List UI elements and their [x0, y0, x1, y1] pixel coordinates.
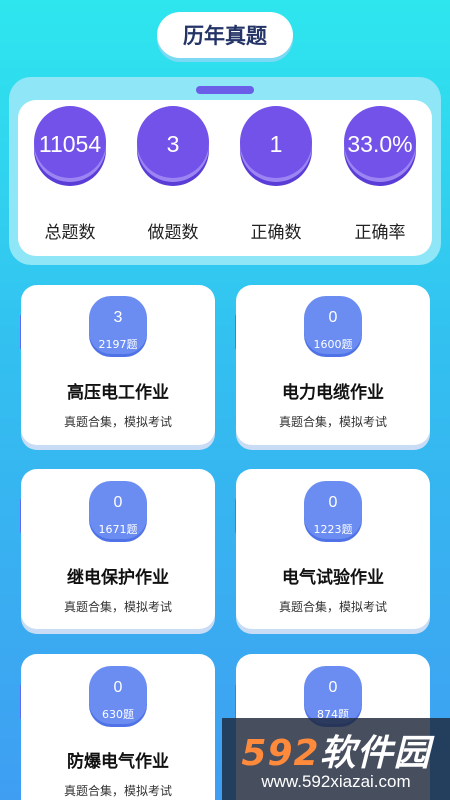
- category-question-count: 1223题: [313, 523, 353, 536]
- stats-handle: [196, 86, 254, 94]
- category-subtitle: 真题合集，模拟考试: [63, 415, 172, 429]
- stat-rate-label: 正确率: [354, 223, 406, 243]
- category-question-count: 2197题: [98, 338, 138, 351]
- stat-done-label: 做题数: [147, 223, 199, 243]
- stat-correct-label: 正确数: [250, 223, 302, 243]
- watermark-logo: 592软件园: [222, 724, 450, 776]
- stat-correct-value: 1: [240, 106, 312, 182]
- page-title: 历年真题: [157, 12, 293, 58]
- category-title: 电力电缆作业: [282, 383, 384, 403]
- category-done-count: 0: [328, 309, 338, 326]
- category-title: 继电保护作业: [67, 568, 169, 588]
- category-progress-bubble: 0 1600题: [304, 296, 362, 354]
- category-subtitle: 真题合集，模拟考试: [63, 600, 172, 614]
- category-subtitle: 真题合集，模拟考试: [278, 415, 387, 429]
- category-question-count: 1600题: [313, 338, 353, 351]
- stat-rate-value: 33.0%: [344, 106, 416, 182]
- category-title: 高压电工作业: [67, 383, 169, 403]
- watermark-url: www.592xiazai.com: [261, 772, 411, 791]
- stat-total-value: 11054: [34, 106, 106, 182]
- stat-done-value: 3: [137, 106, 209, 182]
- category-done-count: 0: [113, 494, 123, 511]
- category-subtitle: 真题合集，模拟考试: [278, 600, 387, 614]
- category-progress-bubble: 0 874题: [304, 666, 362, 724]
- category-done-count: 3: [113, 309, 123, 326]
- category-progress-bubble: 0 1223题: [304, 481, 362, 539]
- category-subtitle: 真题合集，模拟考试: [63, 784, 172, 798]
- category-question-count: 1671题: [98, 523, 138, 536]
- watermark-text: 软件园: [319, 733, 431, 774]
- category-done-count: 0: [113, 679, 123, 696]
- category-question-count: 630题: [102, 708, 134, 721]
- category-title: 电气试验作业: [282, 568, 384, 588]
- category-progress-bubble: 0 630题: [89, 666, 147, 724]
- stat-total-label: 总题数: [44, 223, 96, 243]
- category-progress-bubble: 0 1671题: [89, 481, 147, 539]
- watermark-number: 592: [241, 733, 320, 774]
- category-done-count: 0: [328, 679, 338, 696]
- category-title: 防爆电气作业: [67, 752, 169, 772]
- category-done-count: 0: [328, 494, 338, 511]
- site-watermark: 592软件园 www.592xiazai.com: [222, 718, 450, 800]
- category-progress-bubble: 3 2197题: [89, 296, 147, 354]
